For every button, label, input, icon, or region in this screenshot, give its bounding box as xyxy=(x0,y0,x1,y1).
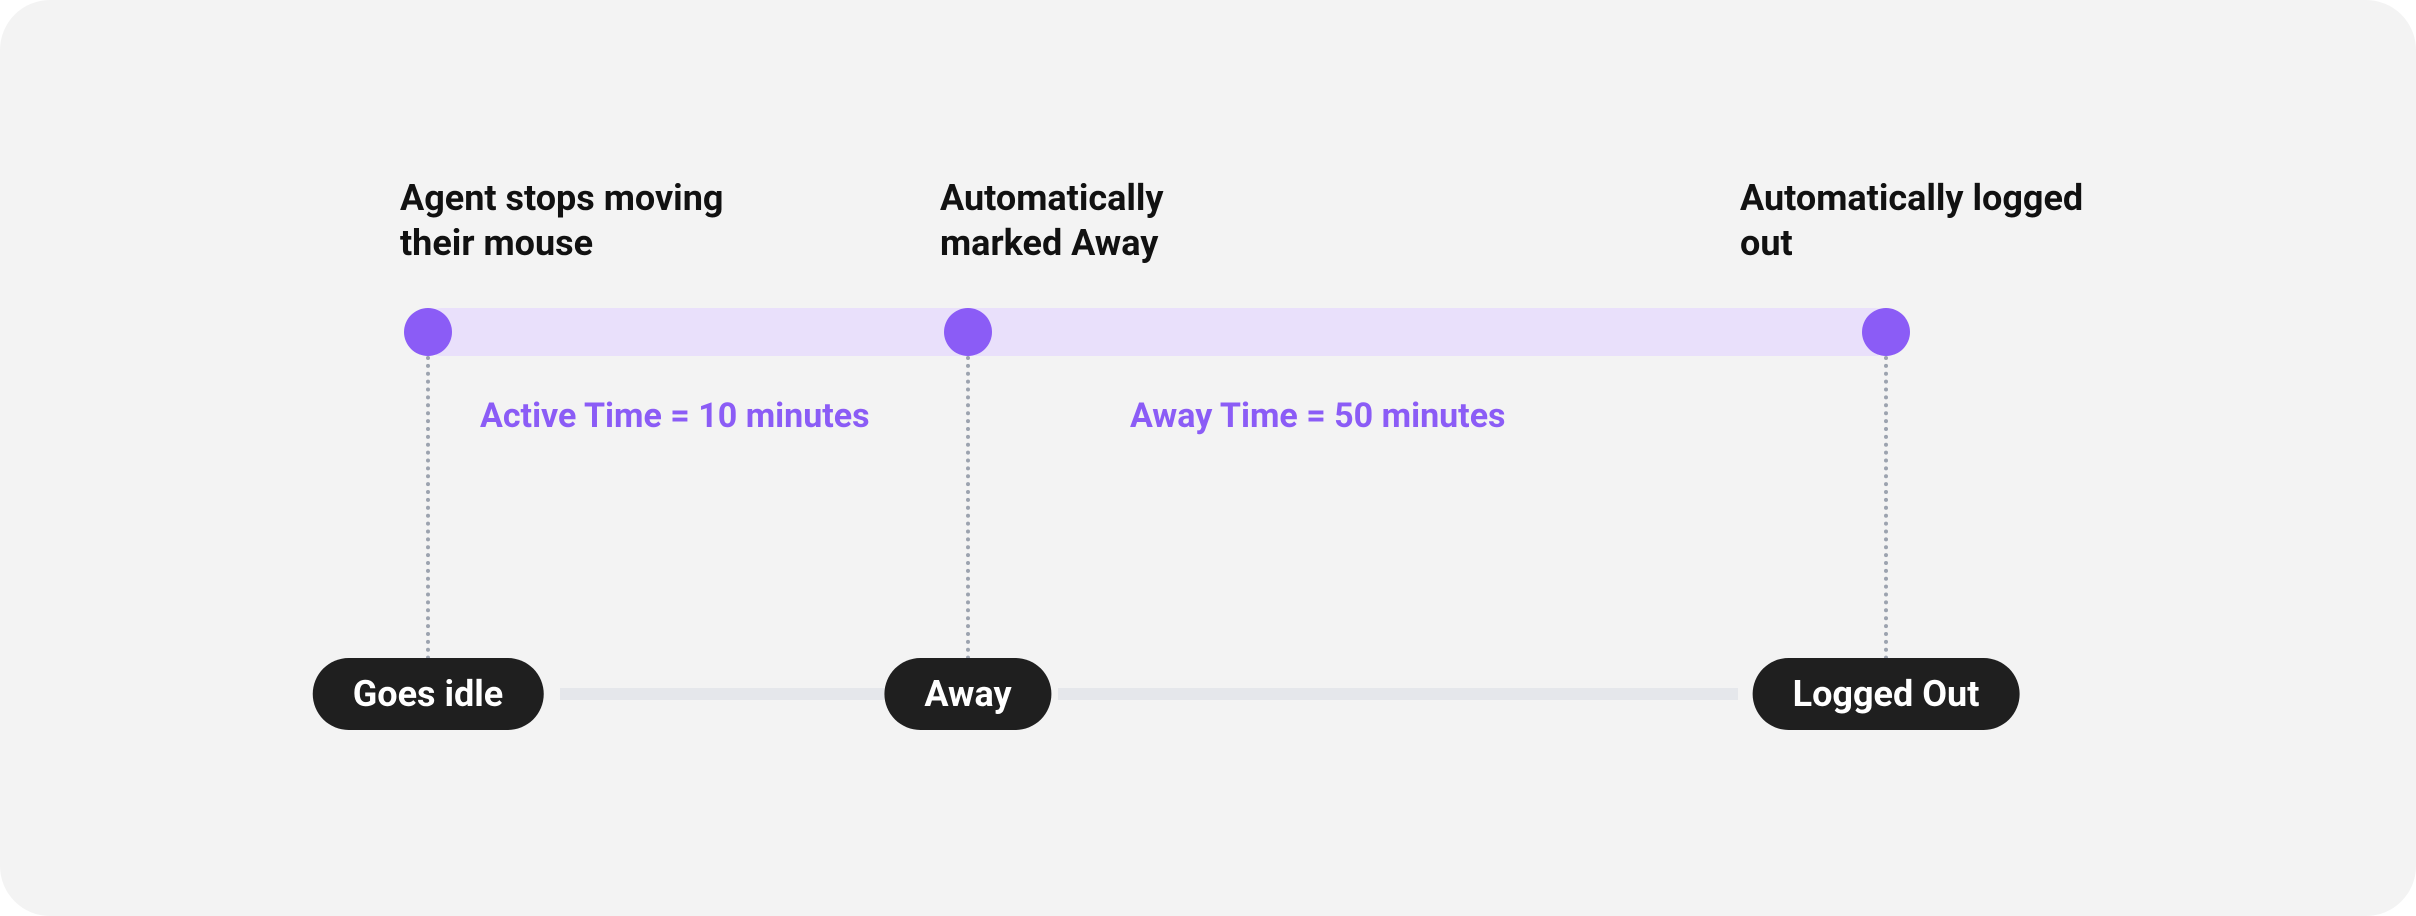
state-pill-goes-idle: Goes idle xyxy=(313,658,544,730)
event-label-1: Agent stops moving their mouse xyxy=(400,176,860,266)
connector-1 xyxy=(426,356,430,660)
state-pill-away: Away xyxy=(884,658,1051,730)
segment-label-2: Away Time = 50 minutes xyxy=(1130,396,1506,436)
connector-3 xyxy=(1884,356,1888,660)
event-marker-2 xyxy=(944,308,992,356)
timeline-track xyxy=(418,308,1898,356)
state-pill-label: Goes idle xyxy=(353,673,504,715)
state-pill-label: Away xyxy=(924,673,1011,715)
segment-label-1: Active Time = 10 minutes xyxy=(480,396,870,436)
state-pill-logged-out: Logged Out xyxy=(1753,658,2020,730)
event-label-2: Automatically marked Away xyxy=(940,176,1340,266)
event-marker-3 xyxy=(1862,308,1910,356)
state-track-2 xyxy=(1058,688,1738,700)
state-pill-label: Logged Out xyxy=(1793,673,1980,715)
state-track-1 xyxy=(560,688,886,700)
event-label-3: Automatically logged out xyxy=(1740,176,2140,266)
connector-2 xyxy=(966,356,970,660)
diagram-card: Agent stops moving their mouse Automatic… xyxy=(0,0,2416,916)
event-marker-1 xyxy=(404,308,452,356)
